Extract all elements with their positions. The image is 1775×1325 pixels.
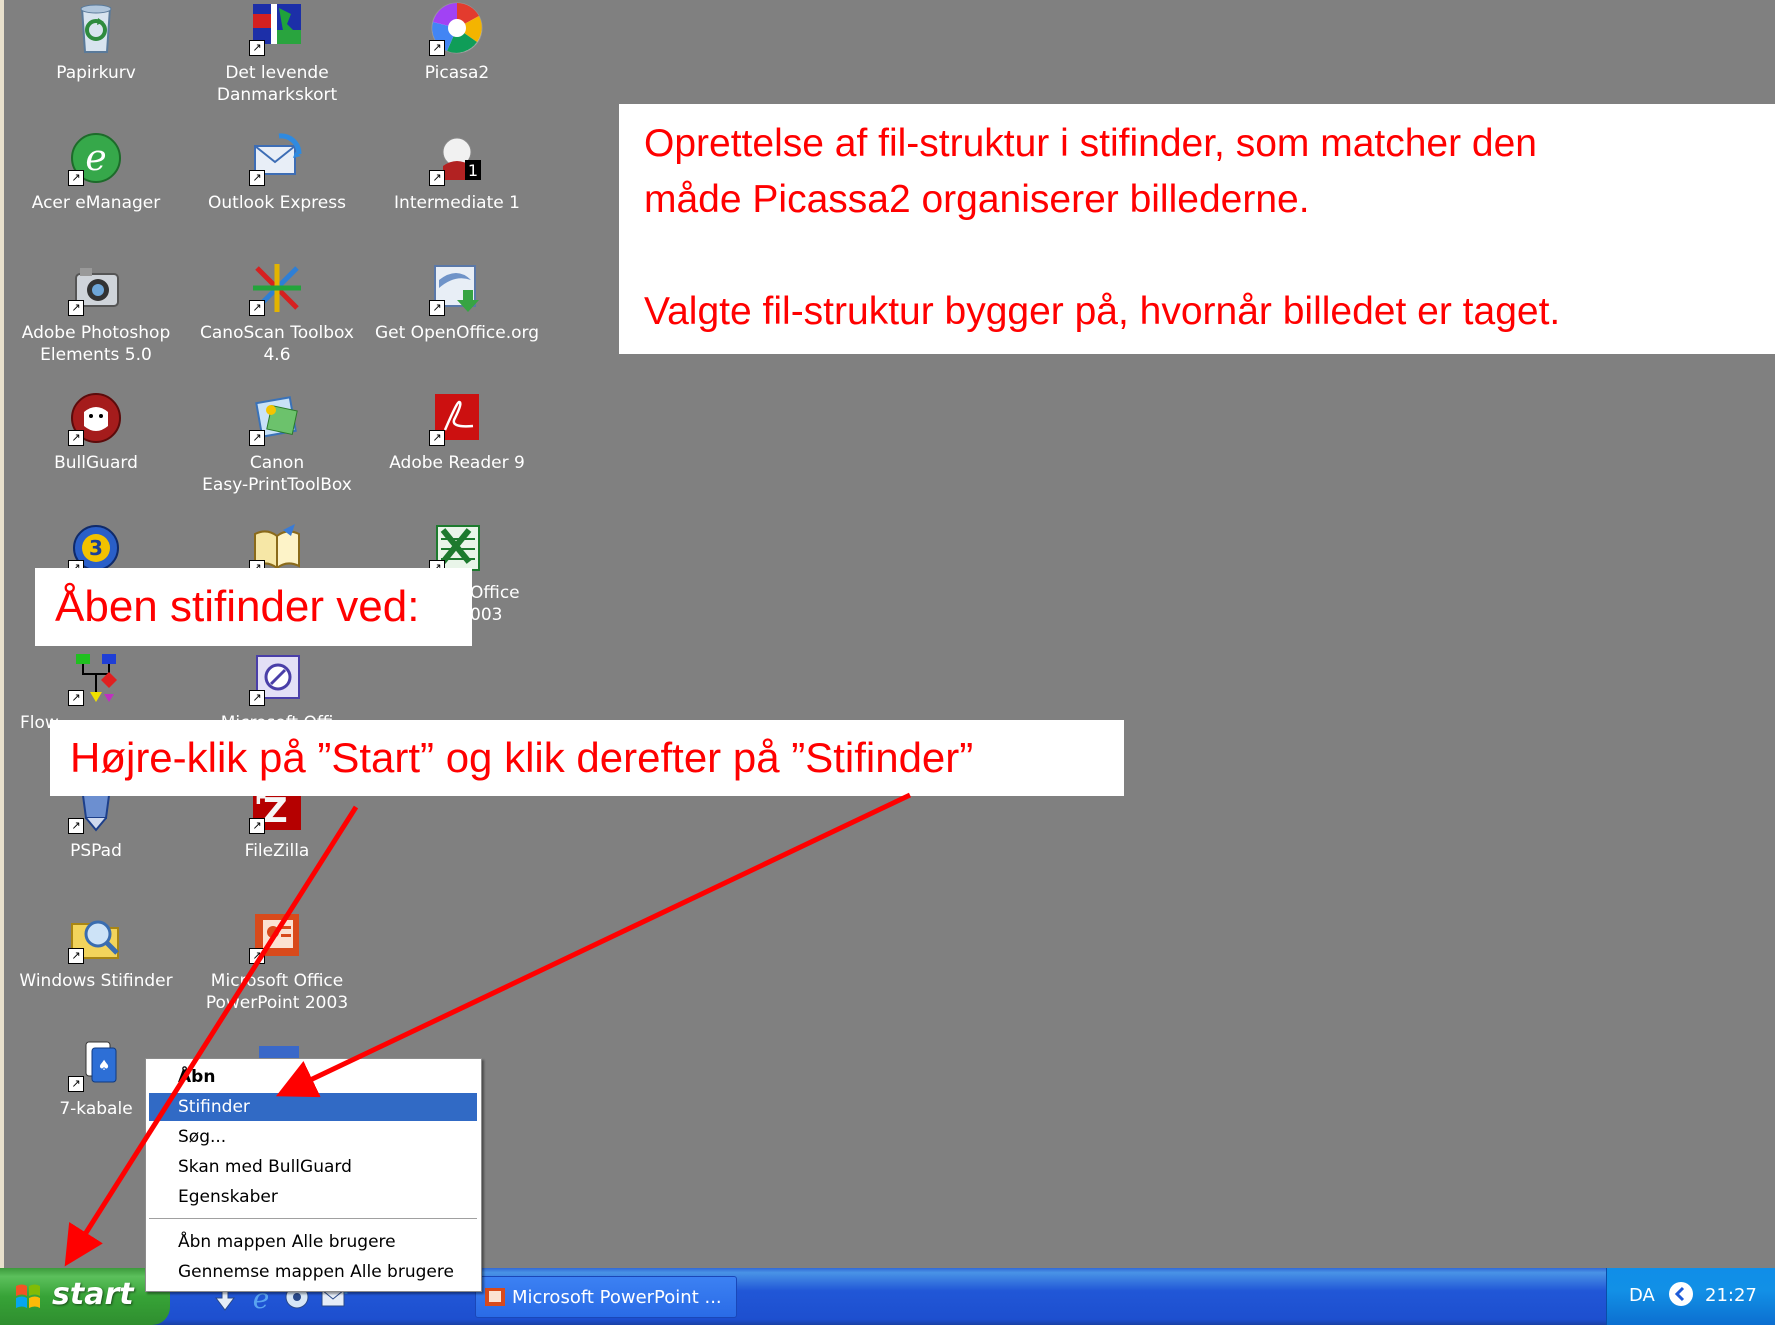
desktop-icon-label: Picasa2 — [424, 63, 490, 83]
svg-text:1: 1 — [468, 161, 478, 180]
shortcut-arrow-icon: ↗ — [68, 1076, 84, 1092]
callout-open-explorer: Åben stifinder ved: — [35, 568, 472, 646]
picasa-icon: ↗ — [429, 0, 485, 56]
desktop-icon-label: Acer eManager — [31, 193, 161, 213]
taskbar-window-powerpoint[interactable]: Microsoft PowerPoint ... — [475, 1276, 737, 1318]
svg-text:3: 3 — [89, 536, 103, 560]
intermediate-icon: 1 ↗ — [429, 130, 485, 186]
menu-item-explorer[interactable]: Stifinder — [149, 1093, 477, 1121]
desktop-icon-acer-emanager[interactable]: e ↗ Acer eManager — [6, 130, 186, 214]
bullguard-icon: ↗ — [68, 390, 124, 446]
desktop-icon-powerpoint[interactable]: ↗ Microsoft Office PowerPoint 2003 — [187, 908, 367, 1014]
clock[interactable]: 21:27 — [1705, 1285, 1757, 1306]
menu-separator — [149, 1218, 477, 1219]
desktop-icon-label: Microsoft Office PowerPoint 2003 — [205, 971, 349, 1013]
solitaire-icon: ♠ ↗ — [68, 1036, 124, 1092]
openoffice-icon: ↗ — [429, 260, 485, 316]
desktop-icon-label: Intermediate 1 — [394, 193, 520, 213]
desktop-icon-label: Adobe Reader 9 — [389, 453, 525, 473]
shortcut-arrow-icon: ↗ — [249, 40, 265, 56]
windows-explorer-icon: ↗ — [68, 908, 124, 964]
office-tool-icon: ↗ — [249, 650, 305, 706]
desktop-icon-recycle-bin[interactable]: Papirkurv — [6, 0, 186, 84]
powerpoint-icon — [484, 1287, 506, 1311]
shortcut-arrow-icon: ↗ — [429, 40, 445, 56]
window-title: Microsoft PowerPoint ... — [512, 1287, 722, 1308]
menu-item-open-all-users[interactable]: Åbn mappen Alle brugere — [149, 1228, 477, 1256]
adobe-reader-icon: ↗ — [429, 390, 485, 446]
svg-text:e: e — [85, 138, 106, 179]
show-hidden-icons-button[interactable] — [1669, 1282, 1693, 1306]
shortcut-arrow-icon: ↗ — [249, 430, 265, 446]
photoshop-elements-icon: ↗ — [68, 260, 124, 316]
desktop-icon-label: FileZilla — [244, 841, 310, 861]
recycle-bin-icon — [68, 0, 124, 56]
desktop-icon-label: Canon Easy-PrintToolBox — [202, 453, 352, 495]
denmark-map-icon: ↗ — [249, 0, 305, 56]
desktop-icon-label: Det levende Danmarkskort — [216, 63, 338, 105]
desktop-icon-canoscan[interactable]: ↗ CanoScan Toolbox 4.6 — [187, 260, 367, 366]
desktop-icon-label: Outlook Express — [208, 193, 346, 213]
desktop-icon-adobe-reader[interactable]: ↗ Adobe Reader 9 — [367, 390, 547, 474]
menu-item-scan-bullguard[interactable]: Skan med BullGuard — [149, 1153, 477, 1181]
menu-item-search[interactable]: Søg... — [149, 1123, 477, 1151]
desktop-icon-label: Papirkurv — [56, 63, 136, 83]
acer-emanager-icon: e ↗ — [68, 130, 124, 186]
desktop-icon-canon-easyprint[interactable]: ↗ Canon Easy-PrintToolBox — [187, 390, 367, 496]
svg-text:♠: ♠ — [98, 1058, 111, 1074]
callout-line: Oprettelse af fil-struktur i stifinder, … — [644, 122, 1538, 165]
screen: Papirkurv ↗ Det levende Danmarkskort ↗ P… — [0, 0, 1775, 1325]
shortcut-arrow-icon: ↗ — [249, 170, 265, 186]
desktop-icon-label: Adobe Photoshop Elements 5.0 — [21, 323, 171, 365]
menu-item-browse-all-users[interactable]: Gennemse mappen Alle brugere — [149, 1258, 477, 1286]
shortcut-arrow-icon: ↗ — [68, 300, 84, 316]
desktop-icon-windows-explorer[interactable]: ↗ Windows Stifinder — [6, 908, 186, 992]
start-context-menu: Åbn Stifinder Søg... Skan med BullGuard … — [145, 1058, 482, 1292]
shortcut-arrow-icon: ↗ — [249, 948, 265, 964]
menu-item-open[interactable]: Åbn — [149, 1063, 477, 1091]
language-indicator[interactable]: DA — [1629, 1285, 1655, 1306]
shortcut-arrow-icon: ↗ — [429, 170, 445, 186]
outlook-express-icon: ↗ — [249, 130, 305, 186]
callout-description: Oprettelse af fil-struktur i stifinder, … — [619, 104, 1775, 354]
shortcut-arrow-icon: ↗ — [68, 430, 84, 446]
desktop-icon-label: Windows Stifinder — [19, 971, 173, 991]
desktop-icon-label: Get OpenOffice.org — [374, 323, 539, 343]
shortcut-arrow-icon: ↗ — [429, 300, 445, 316]
desktop-icon-photoshop-elements[interactable]: ↗ Adobe Photoshop Elements 5.0 — [6, 260, 186, 366]
shortcut-arrow-icon: ↗ — [68, 818, 84, 834]
canoscan-toolbox-icon: ↗ — [249, 260, 305, 316]
callout-line: måde Picassa2 organiserer billederne. — [644, 178, 1310, 221]
desktop-icon-outlook-express[interactable]: ↗ Outlook Express — [187, 130, 367, 214]
shortcut-arrow-icon: ↗ — [249, 818, 265, 834]
desktop-icon-label: CanoScan Toolbox 4.6 — [200, 323, 354, 365]
desktop-icon-danmarkskort[interactable]: ↗ Det levende Danmarkskort — [187, 0, 367, 106]
shortcut-arrow-icon: ↗ — [68, 948, 84, 964]
desktop-icon-label: BullGuard — [54, 453, 138, 473]
start-label: start — [52, 1277, 134, 1312]
desktop-icon-openoffice[interactable]: ↗ Get OpenOffice.org — [367, 260, 547, 344]
desktop-icon-intermediate[interactable]: 1 ↗ Intermediate 1 — [367, 130, 547, 214]
menu-item-properties[interactable]: Egenskaber — [149, 1183, 477, 1211]
shortcut-arrow-icon: ↗ — [68, 170, 84, 186]
canon-easyprint-icon: ↗ — [249, 390, 305, 446]
powerpoint-icon: ↗ — [249, 908, 305, 964]
callout-line: Valgte fil-struktur bygger på, hvornår b… — [644, 290, 1561, 333]
callout-instruction: Højre-klik på ”Start” og klik derefter p… — [50, 720, 1124, 796]
windows-logo-icon — [14, 1282, 42, 1310]
desktop-icon-bullguard[interactable]: ↗ BullGuard — [6, 390, 186, 474]
shortcut-arrow-icon: ↗ — [249, 300, 265, 316]
desktop-icon-label: PSPad — [70, 841, 122, 861]
shortcut-arrow-icon: ↗ — [249, 690, 265, 706]
shortcut-arrow-icon: ↗ — [68, 690, 84, 706]
flowchart-icon: ↗ — [68, 650, 124, 706]
system-tray: DA 21:27 — [1606, 1268, 1775, 1325]
desktop-icon-picasa2[interactable]: ↗ Picasa2 — [367, 0, 547, 84]
shortcut-arrow-icon: ↗ — [429, 430, 445, 446]
